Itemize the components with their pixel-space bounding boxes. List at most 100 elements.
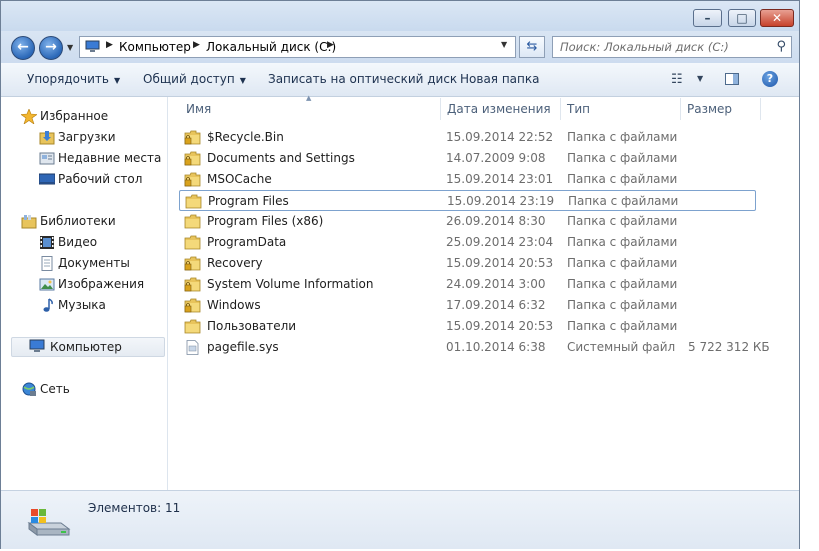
file-name: System Volume Information xyxy=(207,277,374,291)
table-row[interactable]: MSOCache 15.09.2014 23:01 Папка с файлами xyxy=(179,169,756,190)
locked-folder-icon xyxy=(184,172,201,187)
video-icon xyxy=(40,236,54,249)
table-row[interactable]: Documents and Settings 14.07.2009 9:08 Пап… xyxy=(179,148,756,169)
column-header-name[interactable]: Имя xyxy=(186,102,211,126)
chevron-down-icon: ▼ xyxy=(113,76,121,85)
recent-pages-dropdown[interactable]: ▼ xyxy=(67,43,73,52)
column-divider[interactable] xyxy=(440,98,441,120)
sidebar-item-label: Изображения xyxy=(58,277,145,291)
file-type: Системный файл xyxy=(567,340,676,354)
back-arrow-icon: ← xyxy=(17,39,29,55)
column-header-type[interactable]: Тип xyxy=(567,102,590,126)
file-date: 15.09.2014 20:53 xyxy=(446,319,554,333)
file-name: Program Files xyxy=(208,194,289,208)
file-name: Recovery xyxy=(207,256,263,270)
burn-button[interactable]: Записать на оптический диск xyxy=(268,72,457,86)
file-date: 26.09.2014 8:30 xyxy=(446,214,546,228)
file-type: Папка с файлами xyxy=(567,214,678,228)
new-folder-button[interactable]: Новая папка xyxy=(460,72,539,86)
table-row[interactable]: pagefile.sys 01.10.2014 6:38 Системный фай… xyxy=(179,337,770,358)
forward-button[interactable]: → xyxy=(39,36,63,60)
folder-icon xyxy=(185,194,202,209)
library-icon xyxy=(21,215,37,229)
close-button[interactable]: ✕ xyxy=(760,9,794,27)
minimize-button[interactable]: – xyxy=(693,9,722,27)
file-date: 15.09.2014 20:53 xyxy=(446,256,554,270)
share-button[interactable]: Общий доступ ▼ xyxy=(143,72,246,86)
file-date: 14.07.2009 9:08 xyxy=(446,151,546,165)
chevron-down-icon: ▼ xyxy=(239,76,246,85)
explorer-window: – □ ✕ ← → ▼ ▶ Компьютер ▶ Локальный диск… xyxy=(0,0,800,549)
file-type: Папка с файлами xyxy=(568,194,679,208)
share-label: Общий доступ xyxy=(143,72,235,86)
table-row[interactable]: Program Files 15.09.2014 23:19 Папка с фай… xyxy=(179,190,756,211)
file-date: 25.09.2014 23:04 xyxy=(446,235,554,249)
title-bar: – □ ✕ xyxy=(1,1,799,31)
file-icon xyxy=(186,340,199,355)
search-box[interactable]: Поиск: Локальный диск (C:) ⚲ xyxy=(552,36,792,58)
table-row[interactable]: Recovery 15.09.2014 20:53 Папка с файлами xyxy=(179,253,756,274)
back-button[interactable]: ← xyxy=(11,36,35,60)
file-type: Папка с файлами xyxy=(567,235,678,249)
computer-icon xyxy=(29,339,45,352)
new-folder-label: Новая папка xyxy=(460,72,540,86)
music-icon xyxy=(43,298,53,312)
column-divider[interactable] xyxy=(680,98,681,120)
search-icon[interactable]: ⚲ xyxy=(776,39,786,54)
file-date: 24.09.2014 3:00 xyxy=(446,277,546,291)
folder-icon xyxy=(184,214,201,229)
sidebar-item-computer[interactable]: Компьютер xyxy=(11,337,165,357)
column-header-date[interactable]: Дата изменения xyxy=(447,102,551,126)
close-icon: ✕ xyxy=(771,11,783,25)
sidebar-item-label: Компьютер xyxy=(50,340,122,354)
file-type: Папка с файлами xyxy=(567,130,678,144)
file-date: 15.09.2014 23:01 xyxy=(446,172,554,186)
breadcrumb-separator-icon[interactable]: ▶ xyxy=(106,40,113,50)
column-divider[interactable] xyxy=(560,98,561,120)
address-bar[interactable]: ▶ Компьютер ▶ Локальный диск (C:) ▶ ▼ xyxy=(79,36,516,58)
column-header-size[interactable]: Размер xyxy=(687,102,732,126)
file-date: 15.09.2014 23:19 xyxy=(447,194,555,208)
drive-icon xyxy=(27,509,71,536)
refresh-button[interactable]: ⇆ xyxy=(519,36,545,58)
pictures-icon xyxy=(39,278,55,291)
burn-label: Записать на оптический диск xyxy=(268,72,458,86)
sidebar-item-label: Музыка xyxy=(58,298,106,312)
help-icon[interactable]: ? xyxy=(762,71,778,87)
file-size: 5 722 312 КБ xyxy=(688,340,770,354)
maximize-button[interactable]: □ xyxy=(728,9,756,27)
table-row[interactable]: Пользователи 15.09.2014 20:53 Папка с файл… xyxy=(179,316,756,337)
table-row[interactable]: Program Files (x86) 26.09.2014 8:30 Папка … xyxy=(179,211,756,232)
view-options-dropdown[interactable]: ▼ xyxy=(697,74,703,83)
table-row[interactable]: $Recycle.Bin 15.09.2014 22:52 Папка с файл… xyxy=(179,127,756,148)
file-name: Windows xyxy=(207,298,261,312)
details-pane: Элементов: 11 xyxy=(1,490,799,549)
breadcrumb-separator-icon[interactable]: ▶ xyxy=(193,40,200,50)
change-view-icon[interactable]: ☷ xyxy=(671,72,683,87)
file-name: MSOCache xyxy=(207,172,272,186)
sidebar-item-label: Документы xyxy=(58,256,130,270)
breadcrumb-separator-icon[interactable]: ▶ xyxy=(327,40,334,50)
column-divider[interactable] xyxy=(760,98,761,120)
downloads-icon xyxy=(39,131,55,145)
table-row[interactable]: ProgramData 25.09.2014 23:04 Папка с файла… xyxy=(179,232,756,253)
item-count: Элементов: 11 xyxy=(88,501,181,515)
breadcrumb-computer[interactable]: Компьютер xyxy=(119,40,191,54)
folder-icon xyxy=(184,319,201,334)
locked-folder-icon xyxy=(184,277,201,292)
network-icon xyxy=(22,382,36,396)
preview-pane-icon[interactable] xyxy=(725,73,739,85)
table-row[interactable]: Windows 17.09.2014 6:32 Папка с файлами xyxy=(179,295,756,316)
desktop-icon xyxy=(39,173,55,185)
file-date: 15.09.2014 22:52 xyxy=(446,130,554,144)
file-name: $Recycle.Bin xyxy=(207,130,284,144)
locked-folder-icon xyxy=(184,130,201,145)
sidebar-item-label: Видео xyxy=(58,235,98,249)
table-row[interactable]: System Volume Information 24.09.2014 3:00… xyxy=(179,274,756,295)
breadcrumb-local-disk[interactable]: Локальный диск (C:) xyxy=(206,40,336,54)
search-input[interactable]: Поиск: Локальный диск (C:) xyxy=(560,40,729,54)
address-history-dropdown[interactable]: ▼ xyxy=(501,40,507,49)
documents-icon xyxy=(41,256,53,271)
file-name: pagefile.sys xyxy=(207,340,279,354)
organize-button[interactable]: Упорядочить ▼ xyxy=(27,72,120,86)
